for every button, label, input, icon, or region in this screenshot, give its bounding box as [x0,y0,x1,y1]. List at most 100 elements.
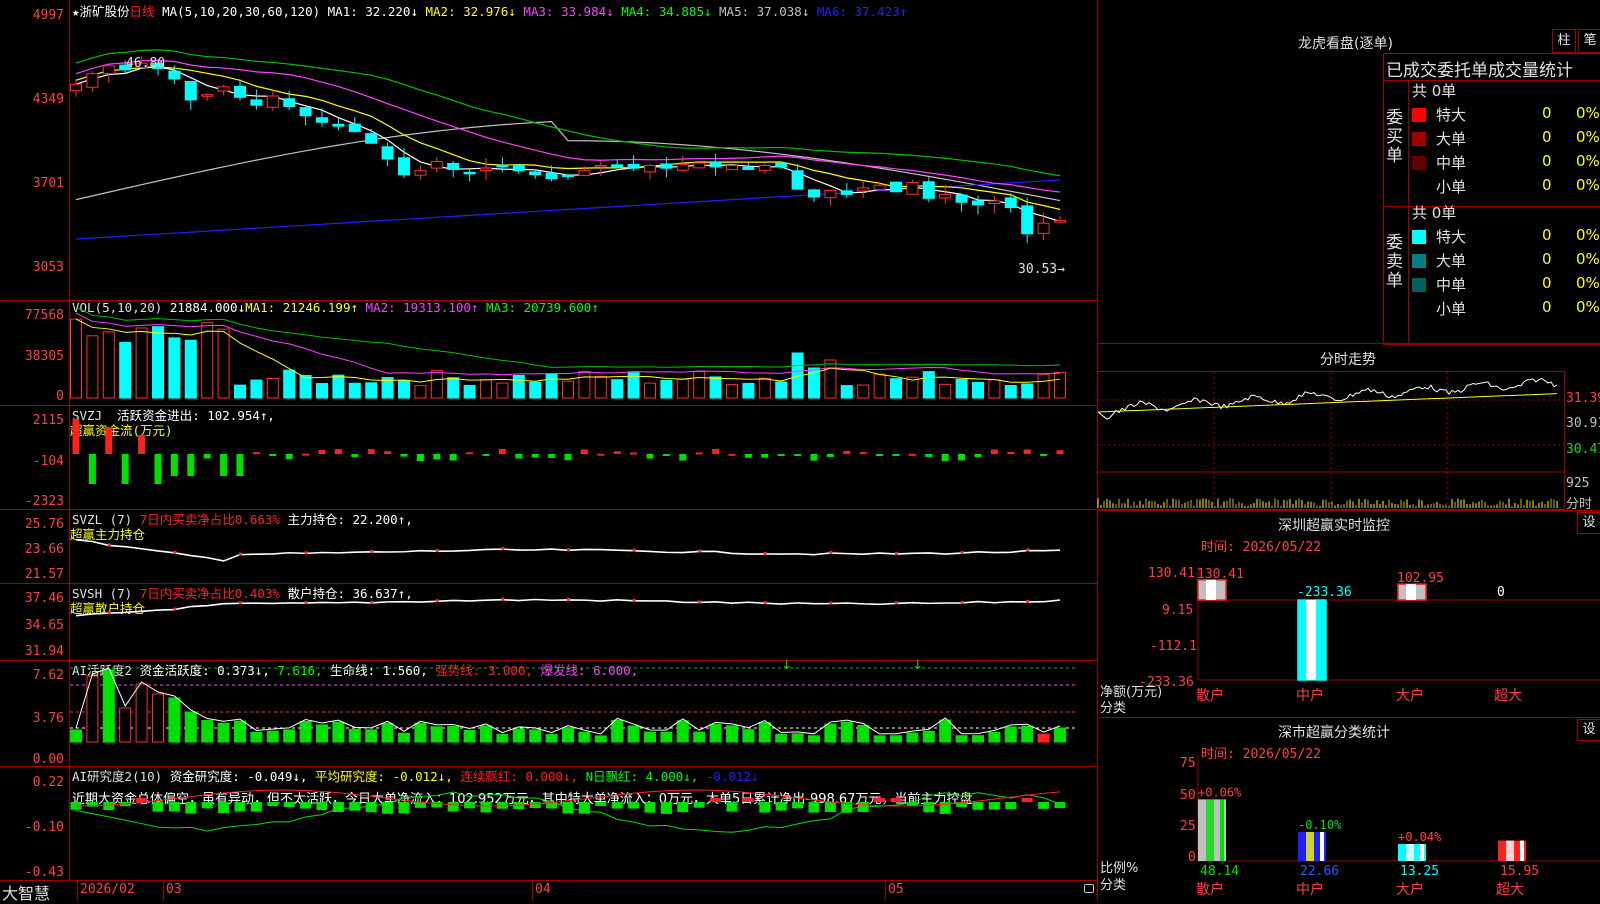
research-bar [660,802,672,814]
tick-view-button[interactable]: 笔 [1578,29,1600,53]
activity-bar [972,735,984,743]
candlestick-chart[interactable] [70,16,1097,298]
activity-bar [348,728,361,743]
flow-bar [925,454,933,458]
candle-body [332,123,345,127]
svsh-tick: 37.46 [24,591,64,606]
classify-bar-chart[interactable]: +0.06% 48.14 散户 -0.10% 22.66 中户 +0.04% 13.25 大户 1… [1098,755,1600,900]
candle-body [594,165,607,168]
candle-body [201,94,214,97]
activity-bar [676,720,689,743]
flow-bar [334,449,342,454]
vol-header: VOL(5,10,20) 21884.000↓MA1: 21246.199↑ M… [72,300,599,315]
fund-flow-chart[interactable] [70,410,1097,506]
ma20-line [75,59,1061,193]
volume-chart[interactable] [70,306,1097,399]
volume-bar [184,339,197,399]
monitor-bar-chart[interactable]: 130.41 散户 -233.36 中户 102.95 大户 0 超大 [1098,540,1600,710]
candle-body [873,184,886,191]
intraday-chart[interactable] [1097,372,1564,508]
volume-bar [250,379,263,399]
research-bar [234,802,246,812]
activity-bar [808,735,820,743]
classify-divider [1098,717,1600,718]
intraday-volume-max: 925 [1566,476,1590,491]
size-swatch [1412,132,1426,146]
research-bar [874,798,886,802]
flow-bar [958,454,966,461]
candle-body [430,161,443,169]
activity-bar [266,730,279,743]
candle-body [824,189,837,199]
research-bar [1005,802,1017,810]
activity-bar [1004,726,1017,743]
holding-dot [829,601,833,605]
holding-dot [698,549,702,553]
monitor-settings-button[interactable]: 设 [1577,512,1600,534]
research-bar [267,802,279,807]
flow-bar [810,454,818,461]
activity-bar [726,725,738,743]
classify-settings-button[interactable]: 设 [1577,719,1600,741]
flow-bar [203,454,211,459]
bar-view-button[interactable]: 柱 [1552,29,1576,53]
holding-dot [501,597,505,601]
classify-bar-edge [1420,844,1424,861]
activity-bar [709,723,722,743]
lock-icon[interactable] [1084,884,1094,893]
research-bar [890,798,902,802]
flow-bar [908,453,916,456]
candle-body [1004,197,1017,208]
volume-bar [217,328,230,399]
size-swatch [1412,108,1426,122]
volume-bar [644,382,656,399]
flow-bar [1023,449,1031,454]
volume-bar [972,381,984,399]
activity-bar [890,735,902,743]
holding-dot [763,552,767,556]
flow-bar [1040,454,1048,457]
candle-body [496,164,509,168]
order-size-label: 小单 [1436,300,1467,318]
ai1-tick: 0.00 [32,752,64,767]
flow-bar [1007,451,1015,454]
flow-bar [400,454,408,457]
volume-bar [1037,373,1050,399]
order-percent: 0% [1576,250,1600,268]
retail-holding-chart[interactable] [70,586,1097,658]
candle-body [414,170,427,176]
intraday-title: 分时走势 [1320,352,1376,368]
flow-bar [744,454,752,458]
flow-bar [384,451,392,454]
flow-bar [138,435,146,454]
low-price-label: 30.53→ [1018,262,1065,277]
main-chart-area[interactable]: ★浙矿股份日线 MA(5,10,20,30,60,120) MA1: 32.22… [0,0,1097,903]
volume-bar [611,379,624,399]
holding-dot [370,549,374,553]
activity-chart[interactable]: ↓ ↓ [70,658,1097,764]
holding-dot [239,552,242,556]
classify-bar-edge [1520,840,1524,861]
activity-bar [857,725,870,743]
monitor-category-label: 超大 [1494,688,1522,704]
size-swatch [1412,254,1426,268]
candle-body [398,157,410,176]
order-percent: 0% [1576,152,1600,170]
size-swatch [1412,230,1426,244]
vol.ma-label: MA3: 20739.600↑ [485,300,599,315]
monitor-divider [1098,510,1600,511]
candle-body [578,170,591,176]
volume-bar [168,337,181,399]
classify-value-label: 48.14 [1200,864,1239,879]
candle-body [381,146,394,160]
order-count: 0 [1542,274,1552,292]
main-holding-chart[interactable] [70,512,1097,582]
volume-bar [545,373,558,399]
candle-body [922,181,935,199]
classify-change-label: -0.10% [1298,818,1342,832]
research-chart[interactable] [70,770,1097,878]
volume-bar [939,383,952,399]
activity-bar [906,732,919,743]
candle-body [857,187,870,192]
flow-bar [72,419,80,454]
